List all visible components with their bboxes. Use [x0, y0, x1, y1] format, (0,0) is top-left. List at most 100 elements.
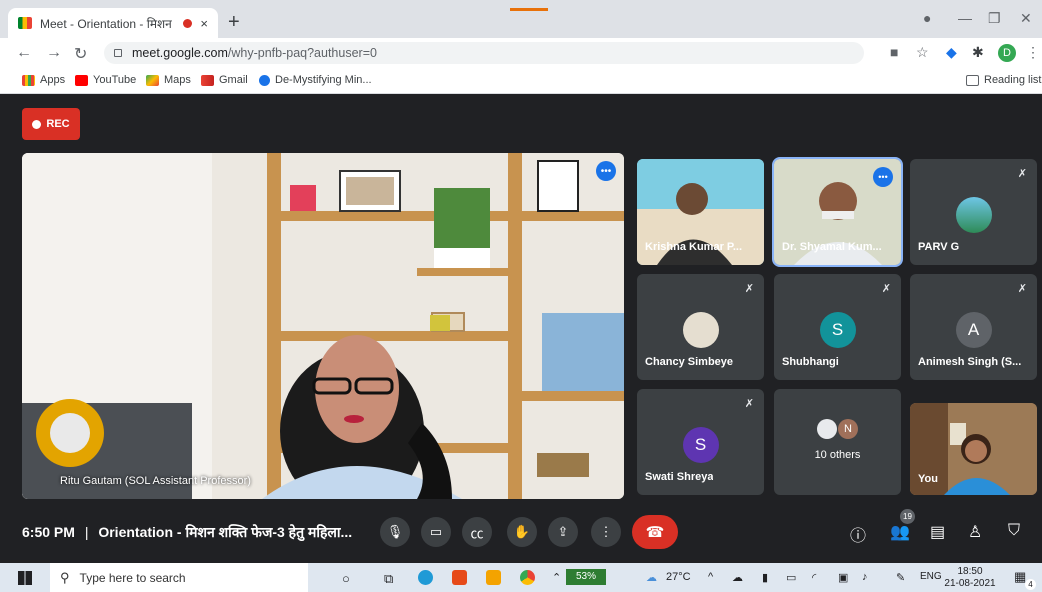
taskbar-search[interactable]: ⚲ Type here to search: [50, 563, 308, 592]
notification-count: 4: [1025, 579, 1036, 590]
tray-device-icon[interactable]: ▮: [762, 571, 768, 584]
participant-tile-chancy[interactable]: ✗ Chancy Simbeye: [637, 274, 764, 380]
meeting-info-icon[interactable]: ⓘ: [850, 522, 866, 546]
battery-indicator[interactable]: 53%: [566, 569, 606, 585]
reading-list-button[interactable]: Reading list: [966, 74, 1041, 86]
microphone-button[interactable]: 🎙: [380, 517, 410, 547]
more-options-button[interactable]: ⋮: [591, 517, 621, 547]
profile-avatar[interactable]: D: [998, 44, 1016, 62]
meeting-details: 6:50 PM | Orientation - मिशन शक्ति फेज-3…: [22, 523, 352, 542]
participant-tile-parv[interactable]: ✗ PARV G: [910, 159, 1037, 265]
raise-hand-button[interactable]: ✋: [507, 517, 537, 547]
participant-tile-swati[interactable]: ✗ S Swati Shreya: [637, 389, 764, 495]
captions-button[interactable]: ㏄: [462, 517, 492, 547]
record-dot-icon: [32, 119, 42, 129]
muted-mic-icon: ✗: [744, 283, 754, 295]
main-speaker-name: Ritu Gautam (SOL Assistant Professor): [60, 475, 251, 487]
tab-close-button[interactable]: ×: [200, 16, 208, 31]
self-view-tile[interactable]: You: [910, 403, 1037, 495]
search-placeholder: Type here to search: [79, 570, 186, 585]
bookmark-label: Apps: [40, 74, 66, 86]
clock-date: 21-08-2021: [944, 578, 996, 589]
chat-icon[interactable]: ▤: [930, 522, 945, 542]
meet-favicon-icon: [18, 17, 32, 29]
office-icon[interactable]: [452, 570, 467, 585]
participant-name: PARV G: [918, 241, 960, 253]
main-speaker-video[interactable]: ••• Ritu Gautam (SOL Assistant Professor…: [22, 153, 624, 499]
others-count: 10 others: [814, 449, 861, 461]
more-options-icon[interactable]: •••: [873, 167, 893, 187]
loading-indicator: [510, 8, 548, 11]
end-call-button[interactable]: ☎: [632, 515, 678, 549]
participant-tile-others[interactable]: N 10 others: [774, 389, 901, 495]
bookmark-apps[interactable]: Apps: [22, 74, 65, 86]
participant-name: Dr. Shyamal Kum...: [782, 241, 882, 253]
back-arrow-icon[interactable]: ←: [16, 44, 32, 62]
tray-expand-icon[interactable]: ⌃: [552, 571, 561, 584]
browser-tab-meet[interactable]: Meet - Orientation - मिशन श ×: [8, 8, 218, 38]
paint-icon[interactable]: [486, 570, 501, 585]
battery-icon[interactable]: ▭: [786, 571, 796, 584]
meeting-title: Orientation - मिशन शक्ति फेज-3 हेतु महिल…: [98, 524, 353, 540]
meeting-separator: |: [84, 524, 89, 540]
meet-stage: REC ••• Ritu Gautam (SOL Assistant Profe…: [0, 95, 1042, 563]
reading-list-icon: [966, 74, 979, 86]
apps-grid-icon: [22, 74, 35, 86]
task-view-icon[interactable]: ⧉: [384, 571, 393, 587]
participant-tile-animesh[interactable]: ✗ A Animesh Singh (S...: [910, 274, 1037, 380]
extensions-puzzle-icon[interactable]: ✱: [972, 44, 984, 61]
clock-time: 18:50: [957, 566, 983, 577]
bookmarks-bar: Apps YouTube Maps Gmail De-Mystifying Mi…: [0, 68, 1042, 94]
volume-icon[interactable]: ♪: [862, 571, 868, 583]
participant-tile-shyamal[interactable]: ••• Dr. Shyamal Kum...: [772, 157, 903, 267]
participant-avatar: S: [682, 427, 719, 463]
maximize-window-button[interactable]: ❐: [988, 10, 1001, 27]
host-controls-icon[interactable]: ⛉: [1008, 522, 1020, 540]
profile-menu-icon[interactable]: ●: [923, 10, 931, 26]
forward-arrow-icon[interactable]: →: [46, 44, 62, 62]
reload-icon[interactable]: ↻: [74, 44, 87, 64]
activities-icon[interactable]: ♙: [968, 522, 982, 542]
extension-shield-icon[interactable]: ◆: [946, 44, 957, 61]
maps-icon: [146, 74, 159, 86]
taskbar-clock[interactable]: 18:50 21-08-2021: [944, 566, 996, 590]
camera-in-use-icon[interactable]: ■: [890, 44, 898, 60]
meeting-controls-bar: 6:50 PM | Orientation - मिशन शक्ति फेज-3…: [0, 506, 1042, 558]
windows-start-icon[interactable]: [18, 571, 32, 585]
minimize-window-button[interactable]: —: [958, 10, 972, 26]
participant-tile-krishna[interactable]: Krishna Kumar P...: [637, 159, 764, 265]
bookmark-youtube[interactable]: YouTube: [75, 74, 136, 86]
close-window-button[interactable]: ✕: [1020, 10, 1032, 27]
bookmark-gmail[interactable]: Gmail: [201, 74, 248, 86]
browser-menu-icon[interactable]: ⋮: [1026, 44, 1040, 61]
bookmark-maps[interactable]: Maps: [146, 74, 191, 86]
bookmark-demystifying[interactable]: De-Mystifying Min...: [259, 74, 372, 86]
bookmark-label: De-Mystifying Min...: [275, 74, 372, 86]
pen-icon[interactable]: ✎: [896, 571, 905, 584]
display-icon[interactable]: ▣: [838, 571, 848, 584]
wifi-icon[interactable]: ◜: [812, 571, 816, 584]
participant-tile-shubhangi[interactable]: ✗ S Shubhangi: [774, 274, 901, 380]
address-bar[interactable]: meet.google.com /why-pnfb-paq?authuser=0: [104, 42, 864, 64]
edge-icon[interactable]: [418, 570, 433, 585]
weather-temperature[interactable]: 27°C: [666, 571, 691, 583]
recording-button[interactable]: REC: [22, 108, 80, 140]
people-icon[interactable]: 👥: [890, 522, 910, 542]
cortana-icon[interactable]: ○: [342, 571, 350, 586]
muted-mic-icon: ✗: [1017, 168, 1027, 180]
show-hidden-icons[interactable]: ^: [708, 571, 713, 583]
present-screen-button[interactable]: ⇪: [548, 517, 578, 547]
new-tab-button[interactable]: +: [228, 12, 240, 32]
speaking-indicator-icon: •••: [596, 161, 616, 181]
participant-avatar: [682, 312, 719, 348]
participant-name: Chancy Simbeye: [645, 356, 734, 368]
chrome-icon[interactable]: [520, 570, 535, 585]
lock-icon: [114, 49, 122, 57]
others-avatar-1: [817, 419, 837, 439]
camera-button[interactable]: ▭: [421, 517, 451, 547]
language-indicator[interactable]: ENG: [920, 571, 942, 582]
bookmark-star-icon[interactable]: ☆: [916, 44, 929, 61]
weather-icon: ☁: [646, 572, 657, 584]
windows-taskbar: ⚲ Type here to search ○ ⧉ ⌃ 53% ☁ 27°C ^…: [0, 563, 1042, 592]
onedrive-icon[interactable]: ☁: [732, 571, 743, 584]
